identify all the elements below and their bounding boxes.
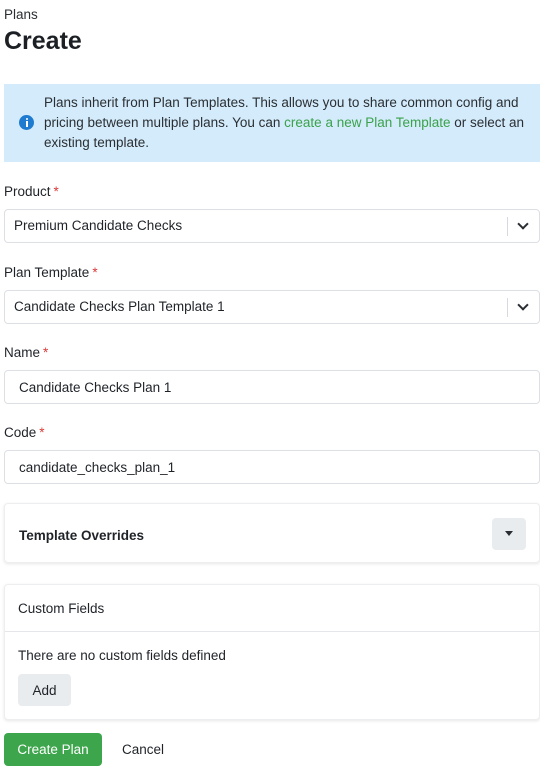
code-label-text: Code xyxy=(4,425,37,440)
chevron-down-icon[interactable] xyxy=(517,299,529,311)
select-divider xyxy=(507,217,508,236)
custom-fields-empty-text: There are no custom fields defined xyxy=(18,648,226,663)
required-marker: * xyxy=(53,184,59,199)
plan-template-label: Plan Template * xyxy=(4,265,98,280)
name-label-text: Name xyxy=(4,345,41,360)
breadcrumb[interactable]: Plans xyxy=(4,7,38,22)
info-icon xyxy=(19,115,34,130)
code-input[interactable] xyxy=(4,450,540,484)
cancel-button[interactable]: Cancel xyxy=(113,733,173,766)
plan-template-label-text: Plan Template xyxy=(4,265,90,280)
required-marker: * xyxy=(92,265,98,280)
name-label: Name * xyxy=(4,345,48,360)
caret-down-icon xyxy=(505,531,513,536)
product-label-text: Product xyxy=(4,184,51,199)
product-select[interactable]: Premium Candidate Checks xyxy=(4,209,540,243)
custom-fields-header: Custom Fields xyxy=(5,585,539,632)
required-marker: * xyxy=(43,345,49,360)
create-plan-template-link[interactable]: create a new Plan Template xyxy=(284,115,450,130)
template-overrides-toggle-button[interactable] xyxy=(492,518,526,550)
add-custom-field-button[interactable]: Add xyxy=(18,674,71,706)
create-plan-button[interactable]: Create Plan xyxy=(4,733,102,766)
info-banner: Plans inherit from Plan Templates. This … xyxy=(4,84,540,162)
required-marker: * xyxy=(39,425,45,440)
select-divider xyxy=(507,298,508,317)
page-title: Create xyxy=(4,27,82,55)
product-select-value: Premium Candidate Checks xyxy=(14,218,183,233)
custom-fields-title: Custom Fields xyxy=(18,601,105,616)
template-overrides-title: Template Overrides xyxy=(19,528,145,543)
chevron-down-icon[interactable] xyxy=(517,218,529,230)
product-label: Product * xyxy=(4,184,59,199)
code-label: Code * xyxy=(4,425,45,440)
name-input[interactable] xyxy=(4,370,540,404)
plan-template-select[interactable]: Candidate Checks Plan Template 1 xyxy=(4,290,540,324)
custom-fields-panel: Custom Fields There are no custom fields… xyxy=(4,584,540,720)
plan-template-select-value: Candidate Checks Plan Template 1 xyxy=(14,299,225,314)
template-overrides-panel: Template Overrides xyxy=(4,503,540,563)
